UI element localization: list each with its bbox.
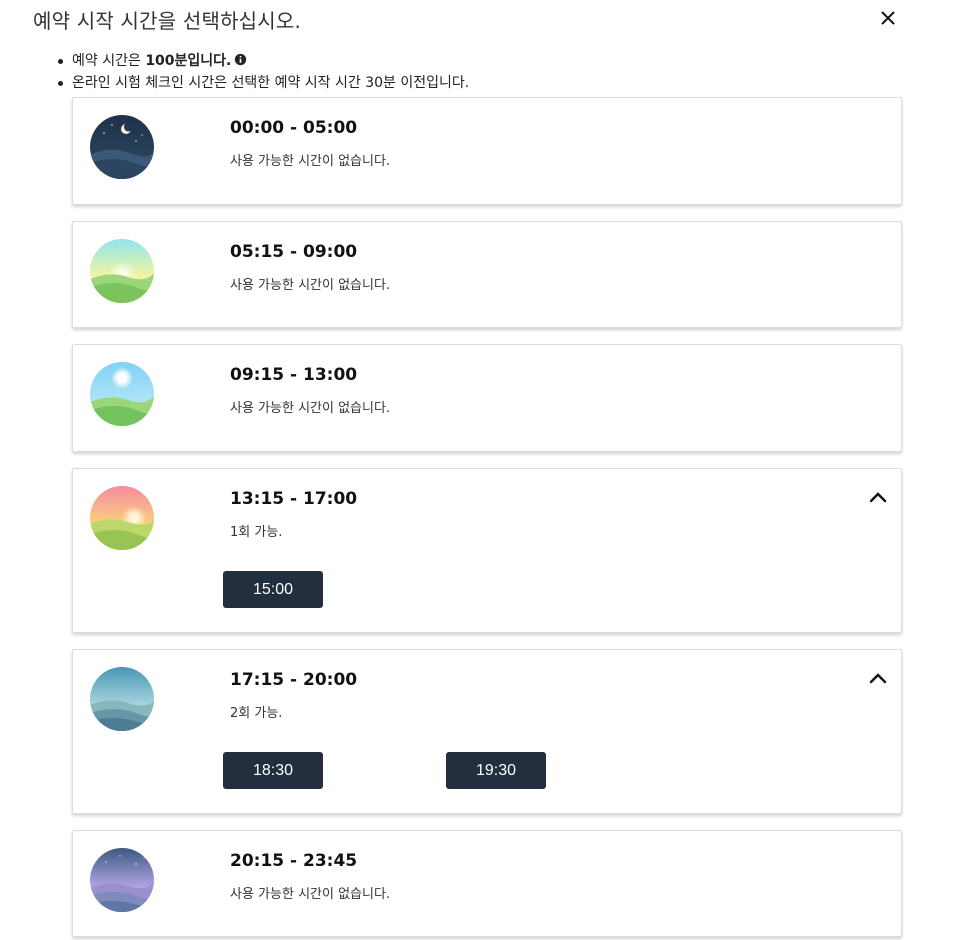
time-range: 17:15 - 20:00 [230,670,358,690]
duration-value: 100분입니다. [145,53,232,69]
start-time-button[interactable]: 18:30 [223,752,323,789]
availability-status: 사용 가능한 시간이 없습니다. [230,154,391,169]
start-time-button[interactable]: 15:00 [223,571,323,608]
time-range: 09:15 - 13:00 [230,365,358,385]
dialog-title: 예약 시작 시간을 선택하십시오. [33,9,302,33]
time-range-card[interactable]: 09:15 - 13:00 사용 가능한 시간이 없습니다. [72,344,902,452]
time-range: 20:15 - 23:45 [230,851,358,871]
availability-status: 사용 가능한 시간이 없습니다. [230,401,391,416]
availability-status: 2회 가능. [230,706,283,721]
evening-icon [90,667,154,731]
availability-status: 사용 가능한 시간이 없습니다. [230,278,391,293]
twilight-icon [90,848,154,912]
checkin-note: 온라인 시험 체크인 시간은 선택한 예약 시작 시간 30분 이전입니다. [54,72,469,94]
availability-status: 사용 가능한 시간이 없습니다. [230,887,391,902]
time-range-card[interactable]: 17:15 - 20:00 2회 가능. 18:30 19:30 [72,649,902,814]
availability-status: 1회 가능. [230,525,283,540]
close-icon [881,11,895,25]
chevron-up-icon [869,673,887,684]
info-notes: 예약 시간은 100분입니다. 온라인 시험 체크인 시간은 선택한 예약 시작… [54,50,469,94]
time-range-card[interactable]: 13:15 - 17:00 1회 가능. 15:00 [72,468,902,633]
collapse-button[interactable] [867,668,889,690]
duration-note: 예약 시간은 100분입니다. [54,50,469,72]
info-icon[interactable] [234,53,247,66]
time-range-card[interactable]: 20:15 - 23:45 사용 가능한 시간이 없습니다. [72,830,902,937]
start-time-button[interactable]: 19:30 [446,752,546,789]
collapse-button[interactable] [867,487,889,509]
day-sun-icon [90,362,154,426]
time-range: 00:00 - 05:00 [230,118,358,138]
night-moon-icon [90,115,154,179]
chevron-up-icon [869,492,887,503]
close-button[interactable] [876,6,900,30]
time-range-card[interactable]: 05:15 - 09:00 사용 가능한 시간이 없습니다. [72,221,902,328]
time-range-card[interactable]: 00:00 - 05:00 사용 가능한 시간이 없습니다. [72,97,902,205]
sunrise-icon [90,239,154,303]
time-range: 13:15 - 17:00 [230,489,358,509]
sunset-icon [90,486,154,550]
time-range: 05:15 - 09:00 [230,242,358,262]
